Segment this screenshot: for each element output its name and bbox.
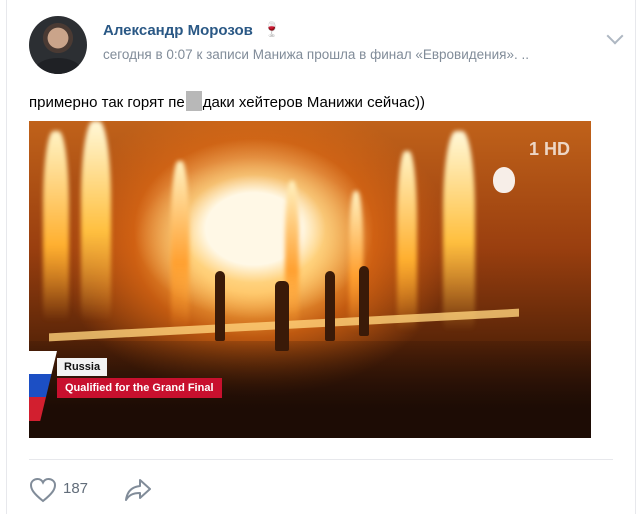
performer (359, 266, 369, 336)
post-text-part-1: примерно так горят пе (29, 94, 185, 111)
flame-pillar (43, 131, 69, 321)
share-arrow-icon[interactable] (123, 477, 153, 503)
author-avatar[interactable] (29, 16, 87, 74)
flame-pillar (443, 131, 475, 331)
flame-pillar (397, 151, 417, 331)
avatar-shirt (35, 58, 81, 74)
heart-outline-icon[interactable] (29, 477, 57, 503)
author-badge-icon: 🍷 (263, 21, 281, 37)
author-name[interactable]: Александр Морозов (103, 22, 253, 39)
post-meta: сегодня в 0:07 к записи Манижа прошла в … (103, 47, 603, 62)
flame-pillar (81, 121, 111, 321)
post-image[interactable]: 1 HD Russia Qualified for the Grand Fina… (29, 121, 591, 438)
flame-pillar (171, 161, 189, 331)
post-timestamp[interactable]: сегодня в 0:07 к записи (103, 47, 253, 62)
performer (215, 271, 225, 341)
channel-logo: 1 HD (529, 139, 571, 159)
mask-icon (493, 167, 515, 193)
chevron-down-icon[interactable] (606, 27, 624, 45)
post-text-part-2: даки хейтеров Манижи сейчас)) (202, 94, 425, 111)
parent-post-link[interactable]: Манижа прошла в финал «Евровидения». .. (253, 47, 529, 62)
performer (325, 271, 335, 341)
country-caption: Russia (57, 358, 108, 376)
like-count[interactable]: 187 (63, 480, 88, 497)
post-text: примерно так горят пе даки хейтеров Маниж… (29, 91, 425, 111)
performer (275, 281, 289, 351)
actions-divider (29, 459, 613, 460)
redaction-block (185, 91, 202, 111)
qualified-banner: Qualified for the Grand Final (57, 378, 222, 398)
post-card: Александр Морозов 🍷 сегодня в 0:07 к зап… (6, 0, 636, 514)
